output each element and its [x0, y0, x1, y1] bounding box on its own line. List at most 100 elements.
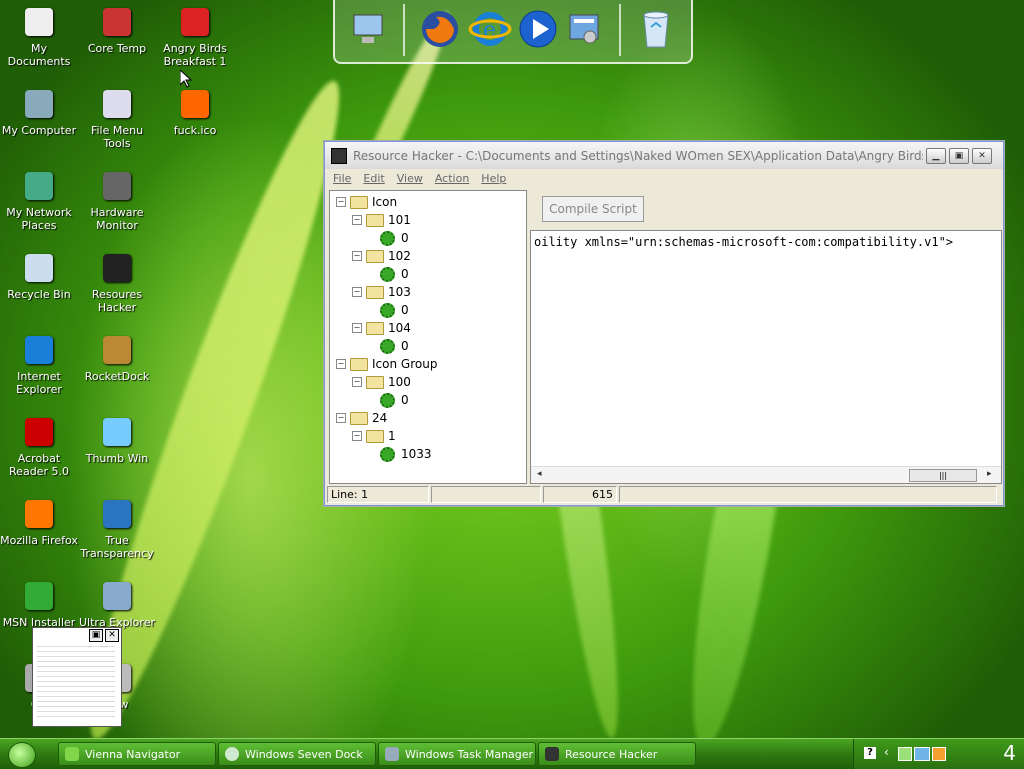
desktop-icon-file-menu-tools[interactable]: File Menu Tools	[78, 88, 156, 150]
app-icon	[331, 147, 347, 164]
tree-node-label: 0	[401, 231, 409, 245]
dock-ie-icon[interactable]: e	[467, 6, 513, 52]
menu-action[interactable]: Action	[435, 172, 469, 185]
collapse-icon[interactable]: −	[336, 359, 346, 369]
file-tools-icon	[101, 88, 133, 120]
status-extra	[619, 486, 997, 503]
collapse-icon[interactable]: −	[336, 413, 346, 423]
menu-edit[interactable]: Edit	[363, 172, 384, 185]
thumbnail-window[interactable]: ▣ ✕	[32, 627, 122, 727]
status-count: 615	[543, 486, 617, 503]
chevron-left-icon[interactable]: ‹	[884, 745, 889, 759]
maximize-button[interactable]: ▣	[949, 147, 969, 164]
desktop-icon-msn-installer[interactable]: MSN Installer	[0, 580, 78, 629]
scroll-right-icon[interactable]: ▸	[987, 469, 992, 479]
tray-app-icon-3[interactable]	[932, 747, 946, 761]
resource-icon	[380, 302, 395, 318]
desktop-icon-hardware-monitor[interactable]: Hardware Monitor	[78, 170, 156, 232]
tree-resource-node[interactable]: 0	[368, 337, 409, 355]
desktop-icon-mozilla-firefox[interactable]: Mozilla Firefox	[0, 498, 78, 547]
desktop-icon-ultra-explorer[interactable]: Ultra Explorer	[78, 580, 156, 629]
desktop-icon-my-network-places[interactable]: My Network Places	[0, 170, 78, 232]
desktop-icon-label: Hardware Monitor	[90, 206, 144, 232]
tree-node-label: 1033	[401, 447, 432, 461]
tray-app-icon-1[interactable]	[898, 747, 912, 761]
ultra-explorer-icon	[101, 580, 133, 612]
desktop-icon-label: My Network Places	[6, 206, 72, 232]
collapse-icon[interactable]: −	[352, 377, 362, 387]
tree-node-label: 102	[388, 249, 411, 263]
tree-folder-node[interactable]: − Icon Group	[336, 355, 437, 373]
clock[interactable]: 4 46 AM	[1003, 741, 1016, 765]
resource-hacker-window: Resource Hacker - C:\Documents and Setti…	[324, 141, 1004, 506]
minimize-button[interactable]: ▁	[926, 147, 946, 164]
desktop-icon-rocketdock[interactable]: RocketDock	[78, 334, 156, 383]
tree-folder-node[interactable]: − 100	[352, 373, 411, 391]
resource-tree[interactable]: − Icon −101 0−102 0−103 0−104 0− Icon Group −100…	[329, 190, 527, 484]
collapse-icon[interactable]: −	[352, 431, 362, 441]
dock-recycle-bin-icon[interactable]	[633, 6, 679, 52]
dock-firefox-icon[interactable]	[417, 6, 463, 52]
tree-folder-node[interactable]: − 24	[336, 409, 387, 427]
close-button[interactable]: ✕	[972, 147, 992, 164]
ie-icon	[23, 334, 55, 366]
collapse-icon[interactable]: −	[352, 215, 362, 225]
tree-folder-node[interactable]: − 104	[352, 319, 411, 337]
thumbnail-restore-button[interactable]: ▣	[89, 629, 103, 642]
desktop-icon-label: Recycle Bin	[7, 288, 71, 301]
folder-icon	[366, 429, 384, 443]
firefox-icon	[23, 498, 55, 530]
collapse-icon[interactable]: −	[352, 251, 362, 261]
thumbnail-close-button[interactable]: ✕	[105, 629, 119, 642]
horizontal-scrollbar[interactable]: ◂ ||| ▸	[531, 466, 1001, 483]
compile-script-button[interactable]: Compile Script	[542, 196, 644, 222]
start-button[interactable]	[8, 742, 36, 768]
desktop-icon-acrobat-reader-5-0[interactable]: Acrobat Reader 5.0	[0, 416, 78, 478]
tree-resource-node[interactable]: 0	[368, 301, 409, 319]
desktop-icon-angry-birds-breakfast-1[interactable]: Angry Birds Breakfast 1	[156, 6, 234, 68]
tree-folder-node[interactable]: − 102	[352, 247, 411, 265]
tree-folder-node[interactable]: − 101	[352, 211, 411, 229]
scroll-left-icon[interactable]: ◂	[537, 469, 542, 479]
tree-folder-node[interactable]: −1	[352, 427, 396, 445]
tree-folder-node[interactable]: − Icon	[336, 193, 397, 211]
tree-node-label: 1	[388, 429, 396, 443]
folder-icon	[366, 375, 384, 389]
dock-media-player-icon[interactable]	[515, 6, 561, 52]
menu-file[interactable]: File	[333, 172, 351, 185]
taskbar-vienna-navigator[interactable]: Vienna Navigator	[58, 742, 216, 766]
tray-app-icon-2[interactable]	[914, 747, 930, 761]
desktop-icon-my-documents[interactable]: My Documents	[0, 6, 78, 68]
desktop-icon-label: fuck.ico	[173, 124, 217, 137]
collapse-icon[interactable]: −	[352, 323, 362, 333]
tree-resource-node[interactable]: 0	[368, 265, 409, 283]
tree-resource-node[interactable]: 0	[368, 229, 409, 247]
menu-view[interactable]: View	[397, 172, 423, 185]
resource-icon	[380, 392, 395, 408]
task-manager-icon	[385, 747, 399, 761]
script-editor[interactable]: oility xmlns="urn:schemas-microsoft-com:…	[530, 230, 1002, 484]
dock-control-panel-icon[interactable]	[561, 6, 607, 52]
dock-computer-icon[interactable]	[345, 6, 391, 52]
desktop-icon-recycle-bin[interactable]: Recycle Bin	[0, 252, 78, 301]
collapse-icon[interactable]: −	[352, 287, 362, 297]
desktop-icon-thumb-win[interactable]: Thumb Win	[78, 416, 156, 465]
help-icon[interactable]: ?	[864, 747, 876, 759]
taskbar-resource-hacker[interactable]: Resource Hacker	[538, 742, 696, 766]
desktop-icon-resoures-hacker[interactable]: Resoures Hacker	[78, 252, 156, 314]
tree-resource-node[interactable]: 0	[368, 391, 409, 409]
tree-resource-node[interactable]: 1033	[368, 445, 432, 463]
tree-folder-node[interactable]: − 103	[352, 283, 411, 301]
window-titlebar[interactable]: Resource Hacker - C:\Documents and Setti…	[325, 142, 1003, 169]
collapse-icon[interactable]: −	[336, 197, 346, 207]
desktop-icon-true-transparency[interactable]: True Transparency	[78, 498, 156, 560]
desktop-icon-core-temp[interactable]: Core Temp	[78, 6, 156, 55]
desktop-icon-internet-explorer[interactable]: Internet Explorer	[0, 334, 78, 396]
taskbar-windows-seven-dock[interactable]: Windows Seven Dock	[218, 742, 376, 766]
hardware-monitor-icon	[101, 170, 133, 202]
scrollbar-thumb[interactable]: |||	[909, 469, 977, 482]
desktop-icon-my-computer[interactable]: My Computer	[0, 88, 78, 137]
taskbar-windows-task-manager[interactable]: Windows Task Manager	[378, 742, 536, 766]
menu-help[interactable]: Help	[481, 172, 506, 185]
desktop-icon-fuck-ico[interactable]: fuck.ico	[156, 88, 234, 137]
